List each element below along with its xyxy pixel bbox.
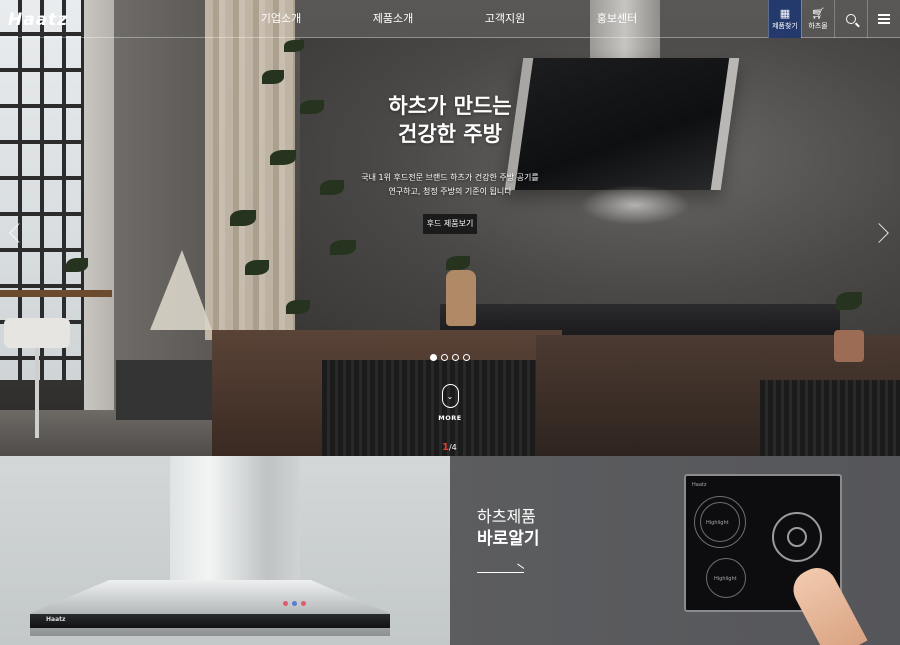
hero-slider: 하츠가 만드는 건강한 주방 국내 1위 후드전문 브랜드 하츠가 건강한 주방… <box>0 0 900 456</box>
hero-plant-leaf <box>230 210 256 226</box>
gas-burner-inner <box>787 527 807 547</box>
hero-plant-leaf <box>286 300 310 314</box>
hood-products-button[interactable]: 후드 제품보기 <box>423 214 477 234</box>
hero-shelf <box>0 290 112 297</box>
arrow-right-icon[interactable] <box>477 572 524 573</box>
hero-description: 국내 1위 후드전문 브랜드 하츠가 건강한 주방 공기를 연구하고, 청정 주… <box>340 171 560 199</box>
hero-plant-leaf <box>836 292 862 310</box>
product-guide-title: 하츠제품 바로알기 <box>477 506 540 550</box>
hero-title-line2: 건강한 주방 <box>398 122 502 146</box>
hero-side-cabinet <box>116 360 212 420</box>
slide-counter: 1/4 <box>442 442 457 453</box>
product-guide-title-line2: 바로알기 <box>477 529 540 549</box>
hero-boat-model <box>150 250 212 330</box>
hood-indicator-light <box>292 601 297 606</box>
slider-dot[interactable] <box>463 354 470 361</box>
more-scroll-button[interactable]: ⌄ MORE <box>437 384 463 422</box>
hero-plant-leaf <box>262 70 284 84</box>
slide-counter-total: /4 <box>448 443 457 452</box>
slide-counter-current: 1 <box>442 442 449 453</box>
hero-title-line1: 하츠가 만드는 <box>388 94 512 118</box>
haatz-logo[interactable]: Haatz <box>8 10 68 30</box>
cooktop-zone-label: Highlight <box>714 576 737 582</box>
scroll-down-icon: ⌄ <box>441 384 459 408</box>
slider-dots <box>430 354 470 361</box>
hero-plant-leaf <box>284 40 304 52</box>
search-button[interactable] <box>834 0 867 38</box>
main-nav: 기업소개 제품소개 고객지원 홍보센터 <box>225 0 673 38</box>
slider-dot[interactable] <box>441 354 448 361</box>
hero-plant-leaf <box>66 258 88 272</box>
grid-icon: ▦ <box>779 6 791 20</box>
hero-curtain <box>205 0 295 340</box>
hood-product-panel[interactable] <box>0 456 450 645</box>
product-guide-title-line1: 하츠제품 <box>477 507 536 526</box>
hero-plant-leaf <box>446 256 470 270</box>
hood-indicator-light <box>301 601 306 606</box>
more-label: MORE <box>438 414 462 422</box>
hood-chimney-image <box>170 456 300 581</box>
nav-item-support[interactable]: 고객지원 <box>449 0 561 38</box>
hood-indicator-light <box>283 601 288 606</box>
site-header: Haatz 기업소개 제품소개 고객지원 홍보센터 ▦ 제품찾기 🛒︎ 하츠몰 <box>0 0 900 38</box>
hero-title: 하츠가 만드는 건강한 주방 <box>350 92 550 148</box>
hero-desc-line2: 연구하고, 청정 주방의 기준이 됩니다 <box>388 187 512 196</box>
header-utilities: ▦ 제품찾기 🛒︎ 하츠몰 <box>768 0 900 38</box>
hero-plant-leaf <box>300 100 324 114</box>
product-guide-panel[interactable]: 하츠제품 바로알기 Haatz Highlight Highlight <box>450 456 900 645</box>
hood-brand-mark: Haatz <box>46 616 66 623</box>
hood-control-strip <box>30 614 390 628</box>
product-finder-label: 제품찾기 <box>772 21 798 30</box>
hero-desc-line1: 국내 1위 후드전문 브랜드 하츠가 건강한 주방 공기를 <box>361 173 539 182</box>
slider-dot[interactable] <box>452 354 459 361</box>
hero-plant-leaf <box>270 150 296 165</box>
hero-plant-pot <box>834 330 864 362</box>
hero-hood-steam <box>580 185 690 225</box>
hero-counter-right-front <box>760 380 900 456</box>
nav-item-products[interactable]: 제품소개 <box>337 0 449 38</box>
cooktop-zone-label: Highlight <box>706 520 729 526</box>
cooktop-brand-mark: Haatz <box>692 482 707 488</box>
menu-button[interactable] <box>867 0 900 38</box>
hero-stool <box>4 318 70 348</box>
hero-plant-leaf <box>330 240 356 255</box>
slider-dot[interactable] <box>430 354 437 361</box>
product-finder-button[interactable]: ▦ 제품찾기 <box>768 0 801 38</box>
hero-plant-leaf <box>245 260 269 275</box>
shop-label: 하츠몰 <box>808 21 828 30</box>
hero-stool-leg <box>35 348 39 438</box>
hamburger-icon <box>878 14 890 24</box>
shop-button[interactable]: 🛒︎ 하츠몰 <box>801 0 834 38</box>
search-icon <box>846 14 856 24</box>
hero-vase <box>446 270 476 326</box>
nav-item-pr-center[interactable]: 홍보센터 <box>561 0 673 38</box>
cart-icon: 🛒︎ <box>811 6 825 20</box>
hero-wall-column <box>84 0 114 456</box>
nav-item-company[interactable]: 기업소개 <box>225 0 337 38</box>
